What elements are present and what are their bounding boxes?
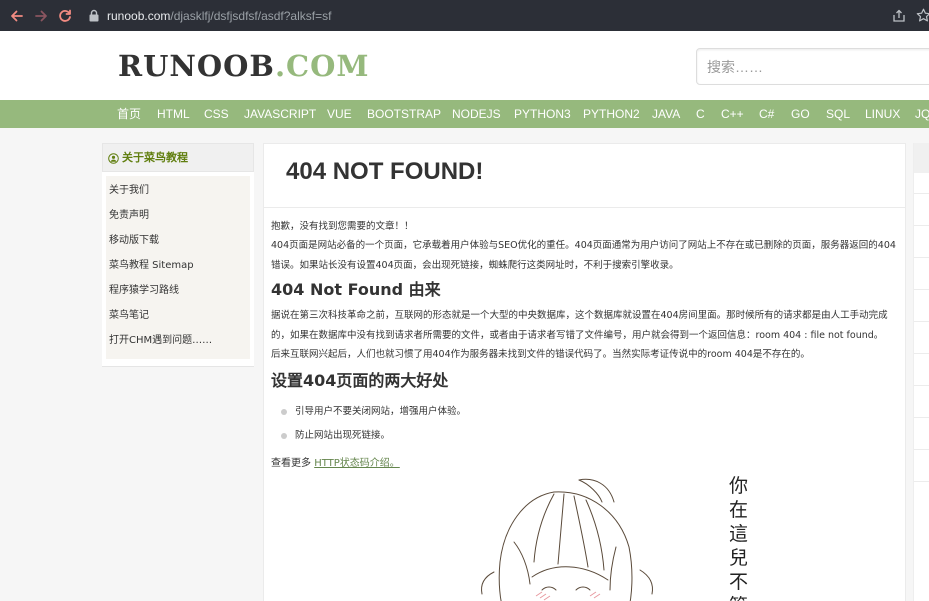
nav-item-csharp[interactable]: C# bbox=[759, 100, 774, 128]
nav-item-java[interactable]: JAVA bbox=[652, 100, 680, 128]
nav-item-jquery[interactable]: JQ bbox=[915, 100, 929, 128]
nav-item-bootstrap[interactable]: BOOTSTRAP bbox=[367, 100, 441, 128]
page-title: 404 NOT FOUND! bbox=[286, 158, 484, 185]
sidebar-item-sitemap[interactable]: 菜鸟教程 Sitemap bbox=[109, 259, 194, 273]
nav-item-sql[interactable]: SQL bbox=[826, 100, 850, 128]
back-icon[interactable] bbox=[8, 7, 26, 25]
right-sidebar-divider bbox=[914, 417, 929, 418]
nav-item-c[interactable]: C bbox=[696, 100, 705, 128]
right-sidebar-divider bbox=[914, 353, 929, 354]
nav-item-css[interactable]: CSS bbox=[204, 100, 229, 128]
right-sidebar-divider bbox=[914, 193, 929, 194]
logo-suffix: .COM bbox=[274, 49, 370, 83]
sidebar-item-learning-path[interactable]: 程序猿学习路线 bbox=[109, 284, 179, 298]
site-logo[interactable]: RUNOOB.COM bbox=[118, 50, 369, 82]
nav-item-go[interactable]: GO bbox=[791, 100, 810, 128]
nav-item-python3[interactable]: PYTHON3 bbox=[514, 100, 571, 128]
search-input[interactable] bbox=[696, 48, 929, 85]
sidebar-title: 关于菜鸟教程 bbox=[122, 151, 188, 164]
sidebar-item-mobile-download[interactable]: 移动版下载 bbox=[109, 234, 159, 248]
more-info-line: 查看更多 HTTP状态码介绍。 bbox=[271, 457, 400, 471]
sidebar-item-notes[interactable]: 菜鸟笔记 bbox=[109, 309, 149, 323]
nav-item-nodejs[interactable]: NODEJS bbox=[452, 100, 501, 128]
origin-heading: 404 Not Found 由来 bbox=[271, 280, 441, 299]
right-sidebar-divider bbox=[914, 449, 929, 450]
sidebar-header: 关于菜鸟教程 bbox=[102, 143, 254, 172]
logo-main: RUNOOB bbox=[118, 49, 275, 83]
main-nav: 首页 HTML CSS JAVASCRIPT VUE BOOTSTRAP NOD… bbox=[0, 100, 929, 128]
nav-item-python2[interactable]: PYTHON2 bbox=[583, 100, 640, 128]
right-sidebar-divider bbox=[914, 385, 929, 386]
nav-item-linux[interactable]: LINUX bbox=[865, 100, 900, 128]
right-sidebar-divider bbox=[914, 321, 929, 322]
sidebar-item-disclaimer[interactable]: 免责声明 bbox=[109, 209, 149, 223]
sidebar-item-chm-help[interactable]: 打开CHM遇到问题…… bbox=[109, 334, 212, 348]
more-info-prefix: 查看更多 bbox=[271, 458, 315, 469]
right-sidebar-divider bbox=[914, 289, 929, 290]
history-paragraph: 后来互联网兴起后，人们也就习惯了用404作为服务器未找到文件的错误代码了。当然实… bbox=[271, 349, 810, 360]
illustration-text: 你 在 這 兒 不 管 bbox=[729, 475, 754, 601]
site-header: RUNOOB.COM bbox=[0, 31, 929, 100]
right-sidebar-divider bbox=[914, 257, 929, 258]
benefit-item-2: 防止网站出现死链接。 bbox=[295, 430, 391, 441]
anime-404-illustration: 你 在 這 兒 不 管 bbox=[481, 475, 754, 601]
forward-icon[interactable] bbox=[32, 7, 50, 25]
right-sidebar-divider bbox=[914, 225, 929, 226]
sidebar-list: 关于我们 免责声明 移动版下载 菜鸟教程 Sitemap 程序猿学习路线 菜鸟笔… bbox=[106, 176, 250, 359]
origin-paragraph: 据说在第三次科技革命之前，互联网的形态就是一个大型的中央数据库，这个数据库就设置… bbox=[271, 310, 888, 341]
url-domain: runoob.com bbox=[107, 9, 171, 23]
nav-item-vue[interactable]: VUE bbox=[327, 100, 352, 128]
nav-item-home[interactable]: 首页 bbox=[117, 100, 141, 128]
http-status-link[interactable]: HTTP状态码介绍。 bbox=[314, 458, 400, 469]
article-title-area: 404 NOT FOUND! bbox=[264, 144, 905, 208]
nav-item-cpp[interactable]: C++ bbox=[721, 100, 744, 128]
right-sidebar bbox=[913, 143, 929, 601]
right-sidebar-divider bbox=[914, 481, 929, 482]
reload-icon[interactable] bbox=[56, 7, 74, 25]
address-bar[interactable]: runoob.com/djasklfj/dsfjsdfsf/asdf?alksf… bbox=[107, 8, 331, 24]
nav-item-html[interactable]: HTML bbox=[157, 100, 190, 128]
right-sidebar-header bbox=[914, 143, 929, 173]
star-icon[interactable] bbox=[916, 8, 929, 23]
article: 404 NOT FOUND! 抱歉，没有找到您需要的文章！！ 404页面是网站必… bbox=[263, 143, 906, 601]
bullet-dot bbox=[281, 409, 287, 415]
browser-toolbar: runoob.com/djasklfj/dsfjsdfsf/asdf?alksf… bbox=[0, 0, 929, 31]
user-circle-icon bbox=[108, 153, 119, 164]
sidebar: 关于菜鸟教程 关于我们 免责声明 移动版下载 菜鸟教程 Sitemap 程序猿学… bbox=[102, 143, 254, 367]
sidebar-item-about[interactable]: 关于我们 bbox=[109, 184, 149, 198]
url-path: /djasklfj/dsfjsdfsf/asdf?alksf=sf bbox=[170, 9, 332, 23]
intro-paragraph: 404页面是网站必备的一个页面，它承载着用户体验与SEO优化的重任。404页面通… bbox=[271, 240, 896, 271]
benefits-heading: 设置404页面的两大好处 bbox=[271, 371, 449, 390]
nav-item-javascript[interactable]: JAVASCRIPT bbox=[244, 100, 316, 128]
apology-text: 抱歉，没有找到您需要的文章！！ bbox=[271, 221, 414, 232]
lock-icon[interactable] bbox=[88, 9, 100, 22]
benefit-item-1: 引导用户不要关闭网站，增强用户体验。 bbox=[295, 406, 467, 417]
bullet-dot bbox=[281, 433, 287, 439]
share-icon[interactable] bbox=[892, 9, 906, 23]
